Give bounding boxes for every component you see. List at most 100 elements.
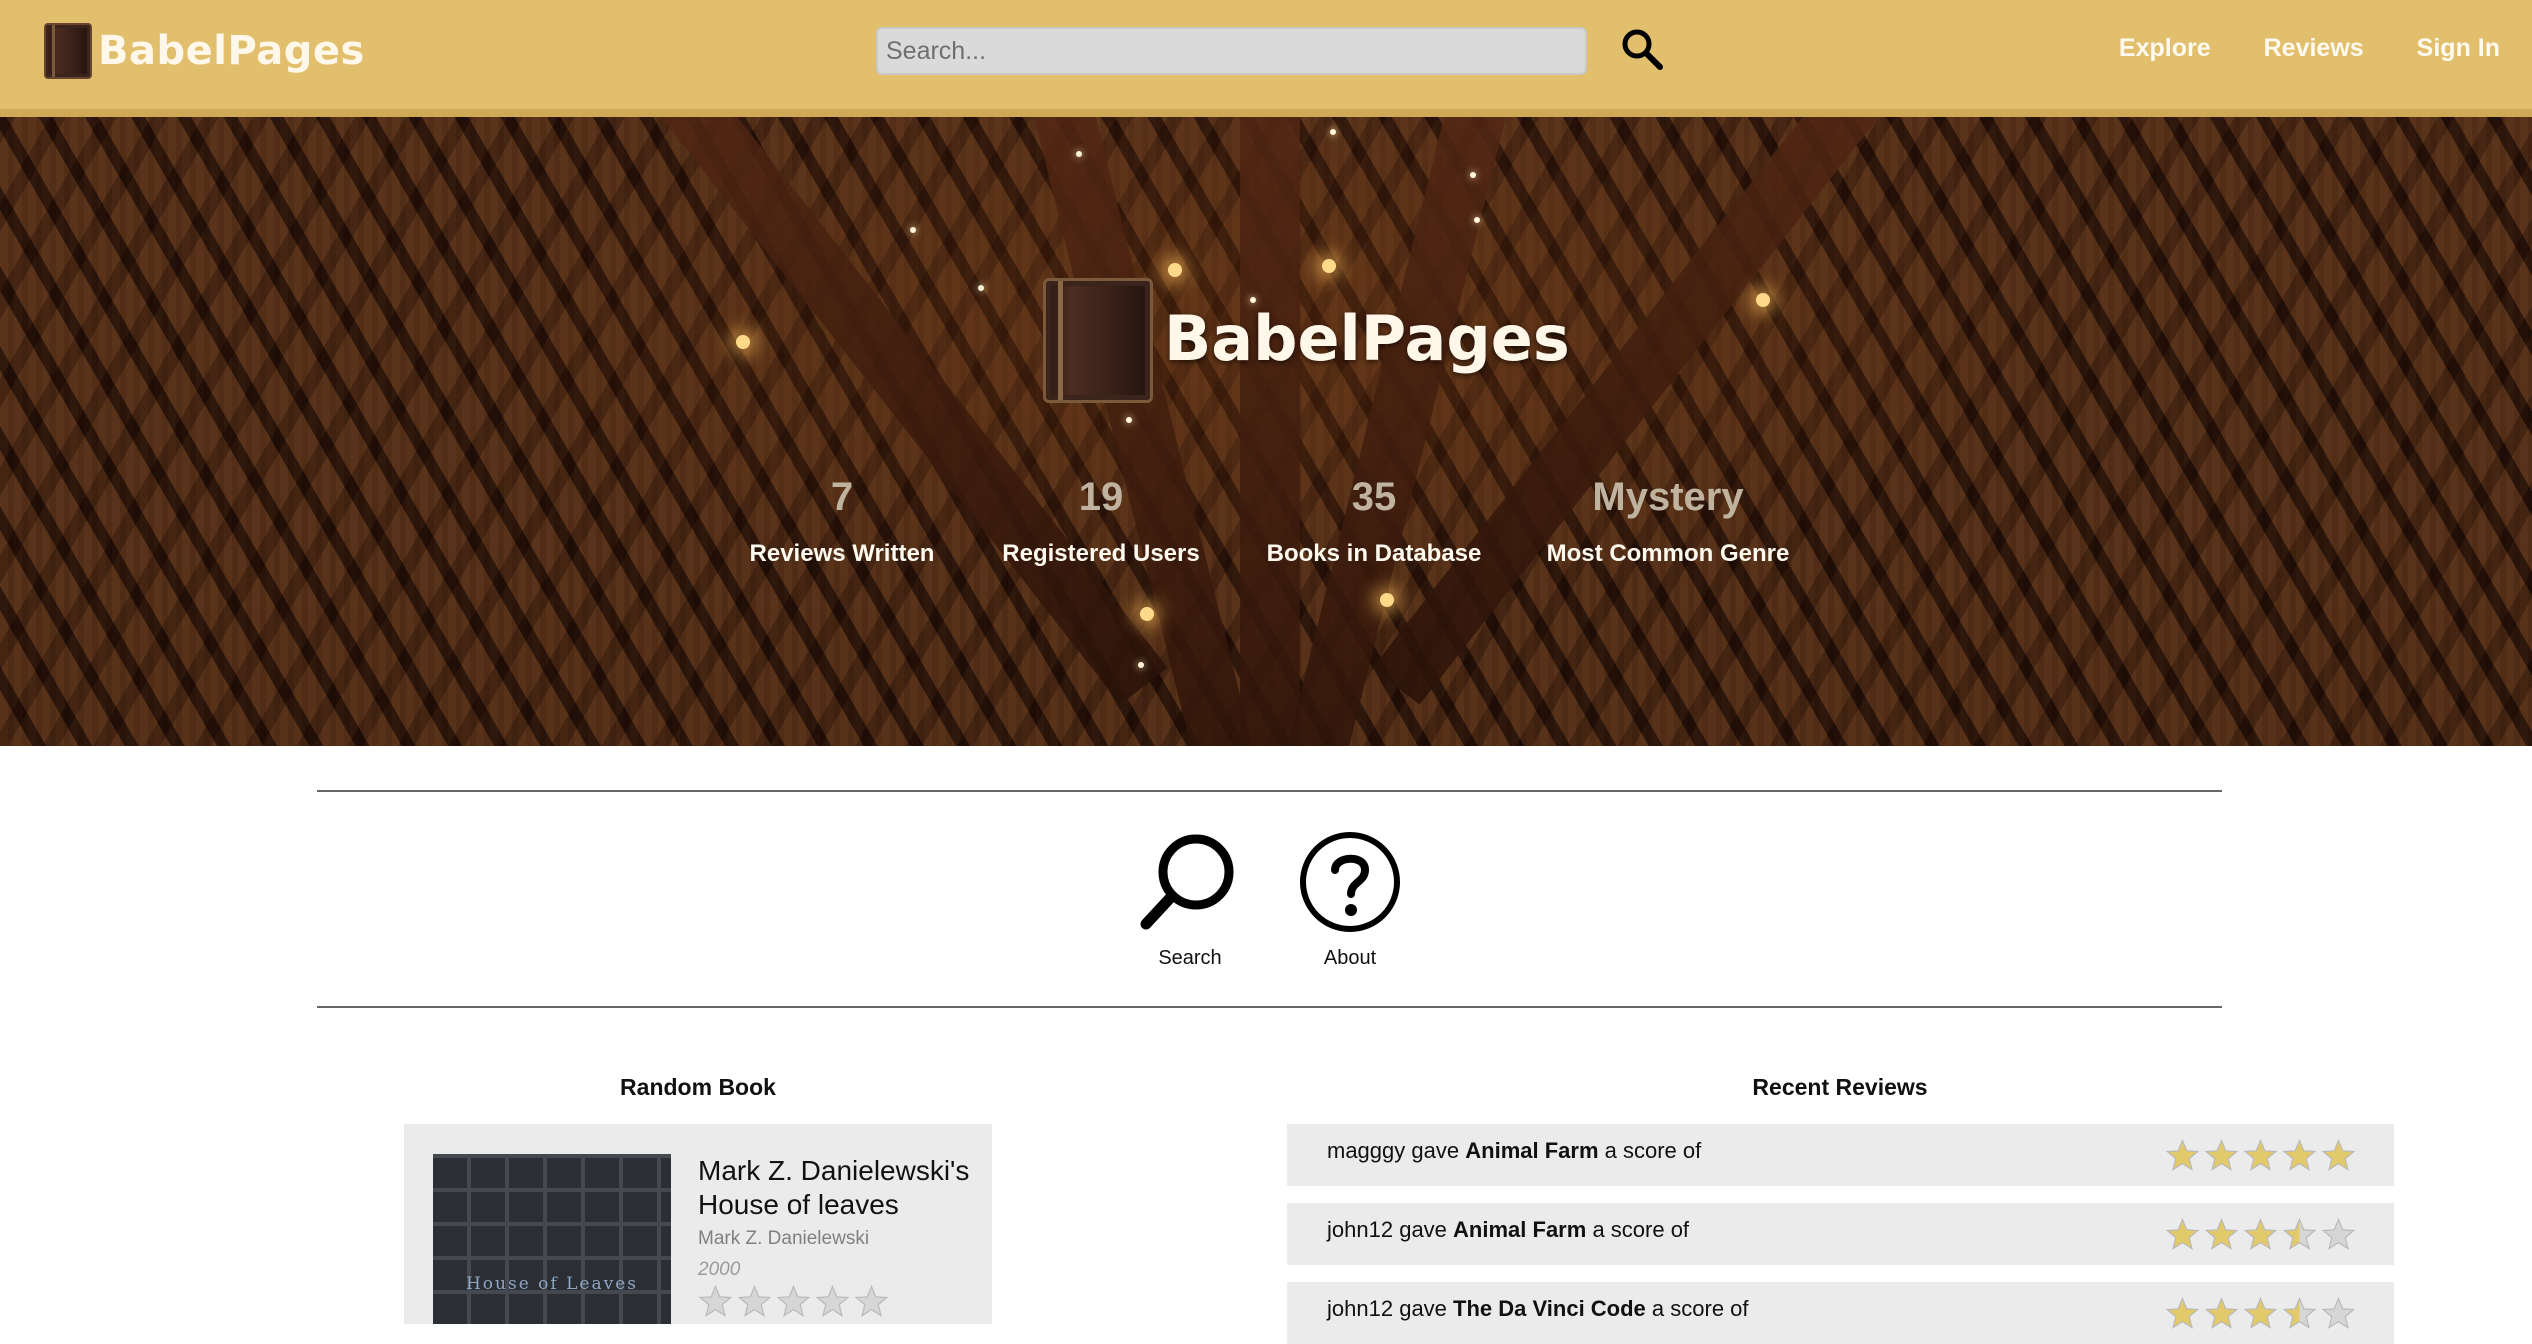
review-user[interactable]: john12 [1327,1217,1393,1242]
divider [317,1006,2222,1008]
nav-links: Explore Reviews Sign In [2119,34,2500,63]
star-icon [2204,1217,2239,1250]
hero-lamp [1140,607,1154,621]
stat-label: Books in Database [1266,540,1482,567]
review-book[interactable]: The Da Vinci Code [1453,1296,1646,1321]
star-icon [854,1284,889,1317]
star-icon [2282,1296,2317,1329]
review-user[interactable]: magggy [1327,1138,1405,1163]
review-book[interactable]: Animal Farm [1453,1217,1586,1242]
review-rating [2165,1217,2356,1251]
review-verb: gave [1399,1217,1447,1242]
star-icon [2165,1138,2200,1171]
review-item[interactable]: john12 gave The Da Vinci Code a score of [1287,1282,2394,1344]
search-icon [1140,834,1234,930]
review-rating [2165,1138,2356,1172]
hero-lamp [1380,593,1394,607]
star-icon [2165,1296,2200,1329]
review-text: john12 gave Animal Farm a score of [1327,1217,1689,1243]
hero-title: BabelPages [1164,302,1570,375]
recent-reviews-heading: Recent Reviews [1752,1074,1928,1100]
search-input[interactable] [876,27,1587,75]
star-icon [2243,1138,2278,1171]
hero-light [978,285,984,291]
book-year: 2000 [698,1259,741,1280]
hero-beam [1240,117,1300,746]
review-score-phrase: a score of [1604,1138,1702,1163]
stat-value: 7 [830,475,854,519]
star-icon [698,1284,733,1317]
star-icon [776,1284,811,1317]
review-item[interactable]: john12 gave Animal Farm a score of [1287,1203,2394,1265]
star-icon [2321,1296,2356,1329]
star-icon [737,1284,772,1317]
stat-label: Registered Users [1002,540,1200,567]
star-icon [2243,1217,2278,1250]
hero-light [910,227,916,233]
star-icon [2165,1217,2200,1250]
hero-light [1470,172,1476,178]
book-author: Mark Z. Danielewski [698,1228,870,1249]
hero-lamp [1756,293,1770,307]
hero-light [1076,151,1082,157]
brand-name: BabelPages [98,28,365,74]
star-icon [2282,1217,2317,1250]
review-text: magggy gave Animal Farm a score of [1327,1138,1701,1164]
review-user[interactable]: john12 [1327,1296,1393,1321]
book-cover[interactable]: House of Leaves [433,1154,671,1324]
review-verb: gave [1411,1138,1460,1163]
nav-reviews-link[interactable]: Reviews [2264,34,2364,63]
search-button[interactable] [1620,27,1664,71]
quick-about-link[interactable]: About [1298,830,1402,970]
quick-about-label: About [1323,947,1377,969]
book-icon [1043,278,1153,403]
star-icon [2204,1138,2239,1171]
review-item[interactable]: magggy gave Animal Farm a score of [1287,1124,2394,1186]
cover-title: House of Leaves [465,1274,638,1294]
question-circle-icon [1300,832,1400,932]
stat-label: Reviews Written [749,540,935,567]
star-icon [2321,1217,2356,1250]
review-verb: gave [1399,1296,1447,1321]
review-score-phrase: a score of [1651,1296,1749,1321]
stat-users: 19 Registered Users [1002,475,1199,568]
book-icon [44,23,92,79]
star-icon [2243,1296,2278,1329]
stat-genre: Mystery Most Common Genre [1547,475,1790,568]
top-navbar: BabelPages Explore Reviews Sign In [0,0,2532,117]
hero-light [1330,129,1336,135]
book-title[interactable]: Mark Z. Danielewski's House of leaves [698,1154,978,1222]
cover-maze-pattern [433,1154,671,1324]
review-score-phrase: a score of [1592,1217,1690,1242]
stat-books: 35 Books in Database [1267,475,1482,568]
review-book[interactable]: Animal Farm [1465,1138,1598,1163]
hero-light [1138,662,1144,668]
stat-reviews: 7 Reviews Written [750,475,935,568]
quick-search-link[interactable]: Search [1136,830,1244,970]
book-rating [698,1284,889,1318]
stat-label: Most Common Genre [1546,540,1790,567]
random-book-card[interactable]: House of Leaves Mark Z. Danielewski's Ho… [404,1124,992,1324]
stat-value: 19 [1078,475,1124,519]
stat-value: Mystery [1592,475,1744,519]
stat-value: 35 [1351,475,1397,519]
hero-banner: BabelPages 7 Reviews Written 19 Register… [0,117,2532,746]
star-icon [2321,1138,2356,1171]
hero-lamp [736,335,750,349]
hero-light [1126,417,1132,423]
search-box [876,27,1587,75]
star-icon [2204,1296,2239,1329]
hero-lamp [1322,259,1336,273]
brand-link[interactable]: BabelPages [44,23,365,79]
nav-sign-in-link[interactable]: Sign In [2417,34,2500,63]
divider [317,790,2222,792]
search-icon [1622,29,1663,70]
quick-search-label: Search [1158,947,1222,969]
star-icon [815,1284,850,1317]
star-icon [2282,1138,2317,1171]
review-text: john12 gave The Da Vinci Code a score of [1327,1296,1749,1322]
hero-lamp [1168,263,1182,277]
review-rating [2165,1296,2356,1330]
hero-light [1474,217,1480,223]
nav-explore-link[interactable]: Explore [2119,34,2211,63]
